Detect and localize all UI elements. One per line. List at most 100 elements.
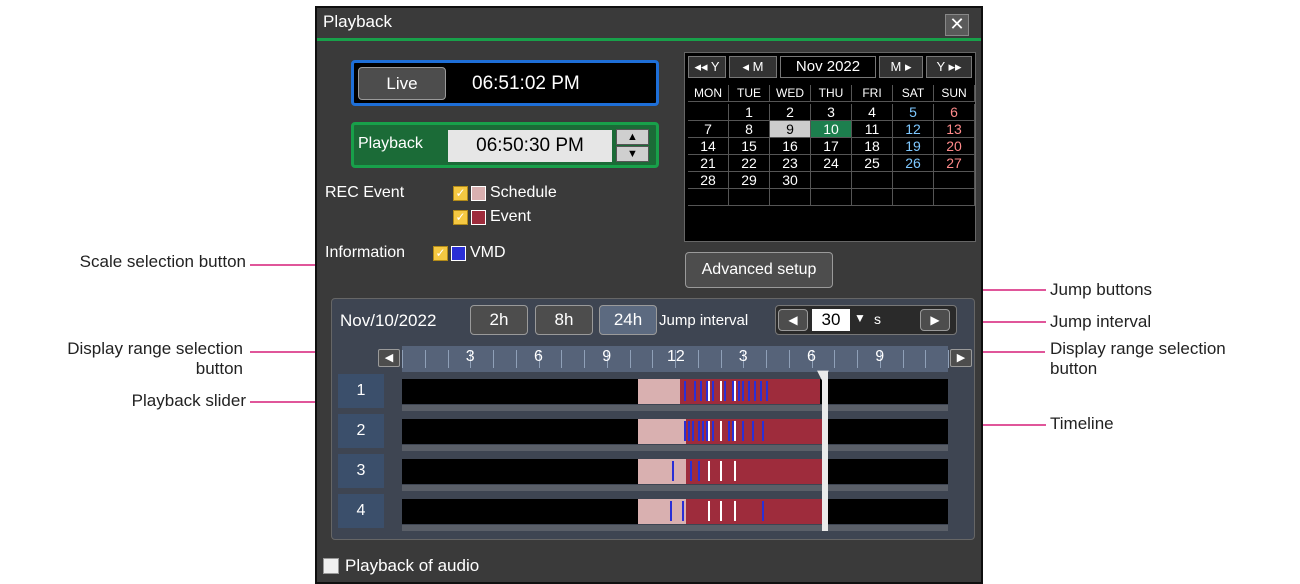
calendar-day — [852, 172, 893, 189]
vmd-marker — [700, 381, 702, 401]
event-checkbox[interactable]: ✓ — [453, 210, 468, 225]
ruler-tick — [584, 350, 585, 368]
ruler-hour-label: 12 — [667, 348, 685, 365]
calendar-day[interactable]: 11 — [852, 121, 893, 138]
vmd-checkbox[interactable]: ✓ — [433, 246, 448, 261]
calendar-weekday: TUE — [729, 85, 770, 102]
calendar-day[interactable]: 24 — [811, 155, 852, 172]
live-time: 06:51:02 PM — [472, 73, 580, 94]
calendar-day[interactable]: 7 — [688, 121, 729, 138]
calendar-day[interactable]: 17 — [811, 138, 852, 155]
vmd-marker — [682, 501, 684, 521]
playback-button[interactable]: Playback — [358, 135, 423, 153]
calendar-day[interactable]: 8 — [729, 121, 770, 138]
jump-forward-icon[interactable]: ▶ — [920, 309, 950, 331]
annotation-line: button — [1050, 359, 1098, 378]
event-marker — [720, 421, 722, 441]
jump-interval-dropdown-icon[interactable]: ▼ — [854, 311, 866, 325]
timeline-area: Nov/10/2022 2h 8h 24h Jump interval ◀ 30… — [331, 298, 975, 540]
time-up-icon[interactable]: ▲ — [616, 129, 649, 145]
calendar-day[interactable]: 30 — [770, 172, 811, 189]
schedule-label: Schedule — [490, 184, 557, 201]
ruler-tick — [493, 350, 494, 368]
camera-number[interactable]: 2 — [338, 414, 384, 448]
vmd-marker — [762, 501, 764, 521]
ruler-hour-label: 9 — [602, 348, 612, 365]
close-button[interactable]: ✕ — [945, 14, 969, 36]
calendar-day[interactable]: 1 — [729, 104, 770, 121]
calendar-day[interactable]: 16 — [770, 138, 811, 155]
ruler-tick — [788, 350, 790, 368]
advanced-setup-button[interactable]: Advanced setup — [685, 252, 833, 288]
calendar-day[interactable]: 5 — [893, 104, 934, 121]
calendar-day[interactable]: 21 — [688, 155, 729, 172]
live-button[interactable]: Live — [358, 67, 446, 100]
calendar-day[interactable]: 23 — [770, 155, 811, 172]
camera-timeline-track[interactable] — [402, 499, 948, 524]
camera-number[interactable]: 1 — [338, 374, 384, 408]
ruler-tick — [447, 350, 449, 368]
prev-year-button[interactable]: ◂◂ Y — [688, 56, 726, 78]
event-marker — [708, 421, 710, 441]
next-month-button[interactable]: M ▸ — [879, 56, 923, 78]
schedule-checkbox[interactable]: ✓ — [453, 186, 468, 201]
range-left-icon[interactable]: ◀ — [378, 349, 400, 367]
ruler-tick — [652, 350, 654, 368]
calendar-day[interactable]: 2 — [770, 104, 811, 121]
camera-timeline-track[interactable] — [402, 379, 948, 404]
calendar-day[interactable]: 10 — [811, 121, 852, 138]
calendar-weekday: FRI — [852, 85, 893, 102]
live-panel: Live 06:51:02 PM — [351, 60, 659, 106]
calendar-day[interactable]: 29 — [729, 172, 770, 189]
calendar-day — [893, 172, 934, 189]
calendar-day[interactable]: 6 — [934, 104, 975, 121]
vmd-marker — [694, 381, 696, 401]
slider-handle-icon[interactable]: ▼ — [813, 366, 833, 386]
calendar-day[interactable]: 25 — [852, 155, 893, 172]
vmd-marker — [762, 421, 764, 441]
schedule-recording-segment — [638, 419, 688, 444]
calendar-day[interactable]: 3 — [811, 104, 852, 121]
annotation-display-range-left: Display range selection button — [0, 339, 243, 379]
calendar-day[interactable]: 9 — [770, 121, 811, 138]
calendar-day[interactable]: 22 — [729, 155, 770, 172]
calendar-day[interactable]: 19 — [893, 138, 934, 155]
scale-24h-button[interactable]: 24h — [599, 305, 657, 335]
ruler-hour-label: 3 — [465, 348, 475, 365]
calendar-day[interactable]: 18 — [852, 138, 893, 155]
vmd-marker — [748, 381, 750, 401]
calendar-day[interactable]: 14 — [688, 138, 729, 155]
next-year-button[interactable]: Y ▸▸ — [926, 56, 972, 78]
prev-month-button[interactable]: ◂ M — [729, 56, 777, 78]
calendar-weekday: WED — [770, 85, 811, 102]
vmd-marker — [684, 421, 686, 441]
range-right-icon[interactable]: ▶ — [950, 349, 972, 367]
calendar-day[interactable]: 28 — [688, 172, 729, 189]
vmd-marker — [684, 381, 686, 401]
calendar-day[interactable]: 15 — [729, 138, 770, 155]
camera-timeline-track[interactable] — [402, 459, 948, 484]
scale-8h-button[interactable]: 8h — [535, 305, 593, 335]
jump-back-icon[interactable]: ◀ — [778, 309, 808, 331]
calendar-day[interactable]: 13 — [934, 121, 975, 138]
vmd-marker — [742, 381, 744, 401]
annotation-line: button — [195, 359, 243, 378]
calendar-day[interactable]: 4 — [852, 104, 893, 121]
playback-time-field[interactable]: 06:50:30 PM — [448, 130, 612, 162]
playback-audio-checkbox[interactable] — [323, 558, 339, 574]
time-down-icon[interactable]: ▼ — [616, 146, 649, 162]
camera-number[interactable]: 4 — [338, 494, 384, 528]
scale-2h-button[interactable]: 2h — [470, 305, 528, 335]
calendar-day[interactable]: 27 — [934, 155, 975, 172]
calendar-day[interactable]: 20 — [934, 138, 975, 155]
jump-interval-value[interactable]: 30 — [812, 309, 850, 331]
calendar-day[interactable]: 12 — [893, 121, 934, 138]
camera-timeline-track[interactable] — [402, 419, 948, 444]
vmd-marker — [738, 381, 740, 401]
playback-slider[interactable] — [822, 371, 828, 531]
event-marker — [720, 381, 722, 401]
vmd-marker — [712, 381, 714, 401]
ruler-tick — [834, 350, 836, 368]
calendar-day[interactable]: 26 — [893, 155, 934, 172]
camera-number[interactable]: 3 — [338, 454, 384, 488]
